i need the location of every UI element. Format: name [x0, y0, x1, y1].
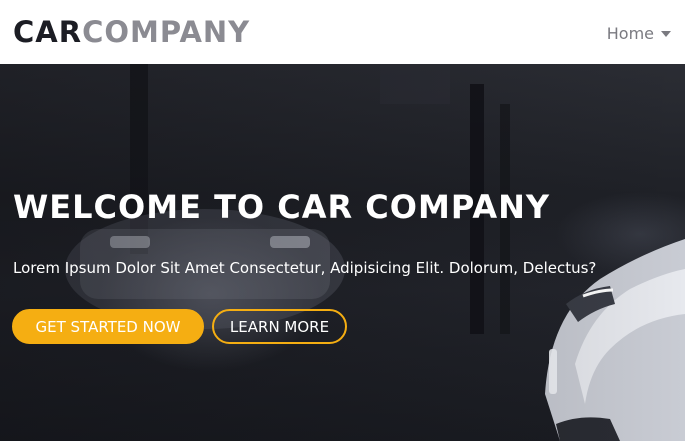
caret-down-icon [661, 31, 671, 37]
brand-logo[interactable]: CARCOMPANY [13, 14, 251, 49]
navbar: CARCOMPANY Home [0, 0, 685, 64]
learn-more-button[interactable]: LEARN MORE [212, 309, 347, 344]
logo-part-company: COMPANY [82, 14, 251, 49]
hero-overlay [0, 64, 685, 441]
hero-subtitle: Lorem Ipsum Dolor Sit Amet Consectetur, … [13, 259, 597, 277]
get-started-button[interactable]: GET STARTED NOW [12, 309, 204, 344]
hero-title: WELCOME TO CAR COMPANY [13, 188, 551, 226]
logo-part-car: CAR [13, 14, 83, 49]
hero-section: WELCOME TO CAR COMPANY Lorem Ipsum Dolor… [0, 64, 685, 441]
nav-home-label: Home [606, 23, 654, 43]
nav-home-dropdown[interactable]: Home [607, 22, 671, 43]
